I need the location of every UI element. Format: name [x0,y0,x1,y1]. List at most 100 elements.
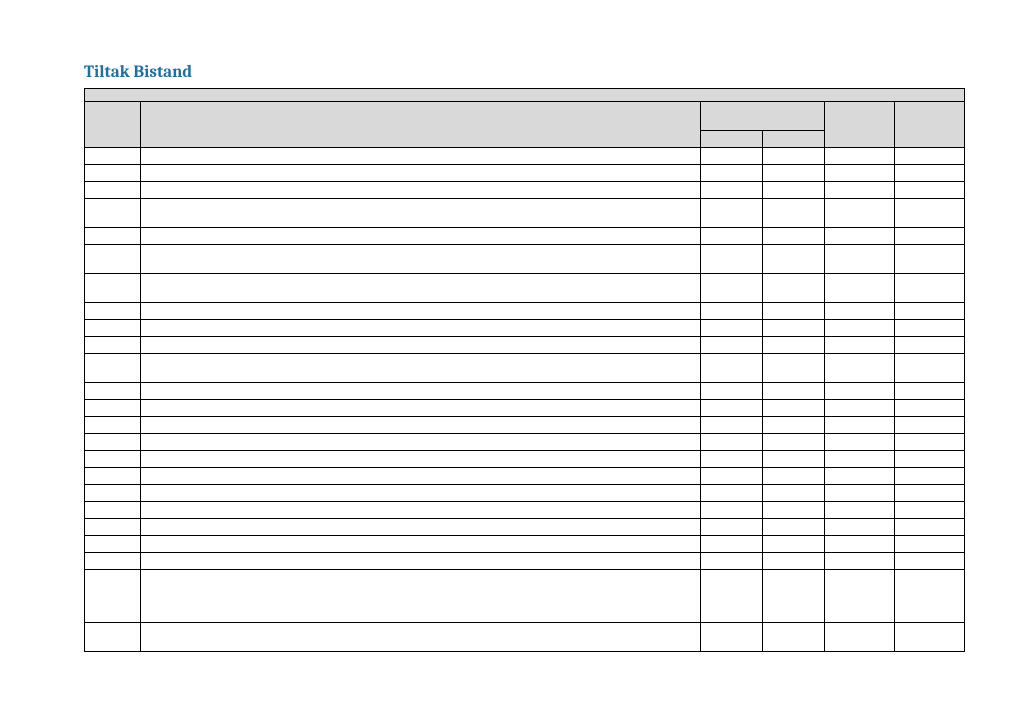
table-cell [763,354,825,383]
table-cell [895,199,965,228]
table-cell [825,148,895,165]
table-cell [85,182,141,199]
table-cell [85,245,141,274]
table-cell [895,182,965,199]
table-cell [895,519,965,536]
table-cell [141,165,701,182]
table-cell [701,502,763,519]
table-row [85,320,965,337]
table-cell [85,553,141,570]
table-cell [763,400,825,417]
table-cell [141,148,701,165]
table-row [85,553,965,570]
table-cell [85,320,141,337]
table-cell [895,417,965,434]
table-cell [825,519,895,536]
table-cell [763,274,825,303]
table-row [85,245,965,274]
table-cell [763,303,825,320]
table-cell [141,502,701,519]
table-cell [895,354,965,383]
table-cell [763,519,825,536]
table-cell [141,383,701,400]
table-cell [825,485,895,502]
table-cell [701,485,763,502]
table-cell [895,434,965,451]
table-row [85,536,965,553]
table-cell [701,303,763,320]
table-row [85,337,965,354]
table-cell [763,502,825,519]
table-cell [763,228,825,245]
table-cell [85,165,141,182]
table-cell [895,165,965,182]
table-cell [85,228,141,245]
table-cell [85,274,141,303]
header-col-a [85,102,141,148]
table-cell [763,485,825,502]
table-cell [701,148,763,165]
table-cell [825,274,895,303]
table-row [85,303,965,320]
table-cell [701,434,763,451]
table-row [85,468,965,485]
table-cell [141,553,701,570]
table-cell [141,434,701,451]
table-cell [85,519,141,536]
table-cell [825,570,895,623]
table-cell [701,417,763,434]
table-cell [701,245,763,274]
table-row [85,417,965,434]
table-cell [763,434,825,451]
table-cell [825,451,895,468]
table-cell [141,320,701,337]
table-cell [141,519,701,536]
table-cell [763,320,825,337]
table-cell [825,553,895,570]
table-row [85,451,965,468]
table-row [85,519,965,536]
table-cell [895,228,965,245]
table-cell [895,623,965,652]
table-cell [85,468,141,485]
table-cell [141,451,701,468]
table-cell [85,417,141,434]
table-cell [825,320,895,337]
table-cell [701,519,763,536]
table-cell [701,468,763,485]
table-cell [825,354,895,383]
header-super-cell [85,89,965,102]
table-cell [895,553,965,570]
table-cell [141,199,701,228]
table-cell [141,536,701,553]
table-row [85,570,965,623]
table-cell [825,337,895,354]
table-cell [701,570,763,623]
table-header-superrow [85,89,965,102]
table-row [85,354,965,383]
table-cell [825,199,895,228]
table-row [85,199,965,228]
table-row [85,502,965,519]
table-cell [763,199,825,228]
table-cell [895,570,965,623]
table-cell [701,623,763,652]
table-cell [895,320,965,337]
header-col-e [825,102,895,148]
table-cell [895,383,965,400]
table-cell [701,383,763,400]
table-cell [701,451,763,468]
table-cell [895,337,965,354]
table-row [85,383,965,400]
table-cell [895,148,965,165]
table-cell [141,274,701,303]
table-cell [701,337,763,354]
table-cell [85,303,141,320]
table-cell [141,623,701,652]
table-cell [763,165,825,182]
table-header-row-1 [85,102,965,131]
table-cell [825,502,895,519]
table-cell [825,400,895,417]
table-cell [141,228,701,245]
table-cell [701,228,763,245]
